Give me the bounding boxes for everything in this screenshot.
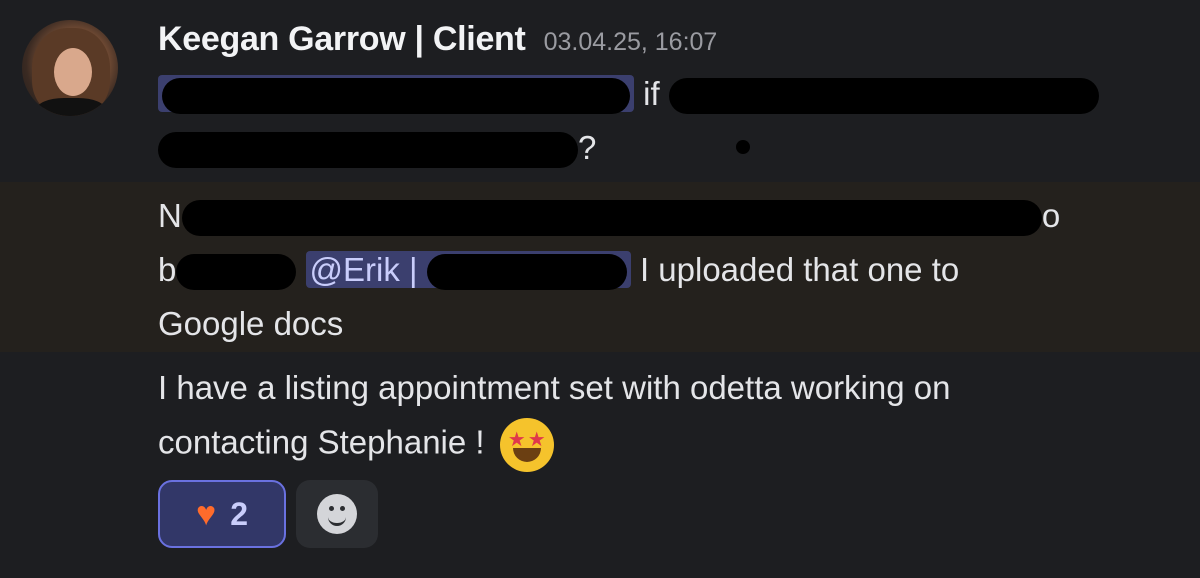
mention-erik[interactable]: @Erik | bbox=[305, 251, 631, 291]
add-reaction-icon bbox=[317, 494, 357, 534]
redaction-dot bbox=[736, 140, 750, 154]
redaction-mark bbox=[162, 78, 630, 115]
fire-heart-icon: ♥ bbox=[196, 494, 217, 533]
star-eye-icon: ★ bbox=[527, 429, 546, 451]
line3-prefix: N bbox=[158, 197, 182, 234]
redaction-mark bbox=[426, 254, 627, 291]
line2-text: ? bbox=[578, 129, 597, 166]
avatar-face bbox=[54, 48, 92, 96]
redaction-mark bbox=[158, 132, 578, 169]
redaction-mark bbox=[176, 254, 297, 291]
emoji-mouth bbox=[512, 448, 541, 462]
mention-redacted[interactable] bbox=[158, 75, 634, 115]
message-line-1: if bbox=[158, 72, 1099, 116]
message-line-6: I have a listing appointment set with od… bbox=[158, 369, 951, 406]
line4-text: I uploaded that one to bbox=[639, 251, 960, 288]
reaction-fire-heart[interactable]: ♥ 2 bbox=[158, 480, 286, 548]
star-eye-icon: ★ bbox=[507, 429, 526, 451]
line3-suffix: o bbox=[1041, 197, 1061, 234]
line7-text: contacting Stephanie ! bbox=[158, 423, 485, 461]
redaction-mark bbox=[668, 78, 1099, 115]
mention-erik-text: @Erik | bbox=[309, 251, 418, 288]
redaction-mark bbox=[181, 200, 1042, 237]
message-line-7: contacting Stephanie ! ★ ★ bbox=[158, 418, 554, 472]
message-timestamp: 03.04.25, 16:07 bbox=[543, 28, 718, 56]
reactions-bar: ♥ 2 bbox=[158, 480, 378, 548]
star-struck-emoji: ★ ★ bbox=[499, 418, 554, 472]
author-name[interactable]: Keegan Garrow | Client bbox=[158, 20, 526, 59]
avatar[interactable] bbox=[22, 20, 118, 116]
message-line-2: ? bbox=[158, 126, 596, 170]
message-line-5: Google docs bbox=[158, 305, 344, 342]
reaction-count: 2 bbox=[230, 495, 248, 532]
add-reaction-button[interactable] bbox=[296, 480, 378, 548]
avatar-shirt bbox=[36, 98, 106, 116]
message-header: Keegan Garrow | Client 03.04.25, 16:07 bbox=[158, 20, 717, 64]
chat-message: Keegan Garrow | Client 03.04.25, 16:07 i… bbox=[0, 0, 1200, 578]
message-line-4: b @Erik | I uploaded that one to bbox=[158, 248, 959, 292]
message-line-3: No bbox=[158, 194, 1060, 238]
line4-prefix: b bbox=[158, 251, 177, 288]
line1-text: if bbox=[643, 75, 660, 112]
